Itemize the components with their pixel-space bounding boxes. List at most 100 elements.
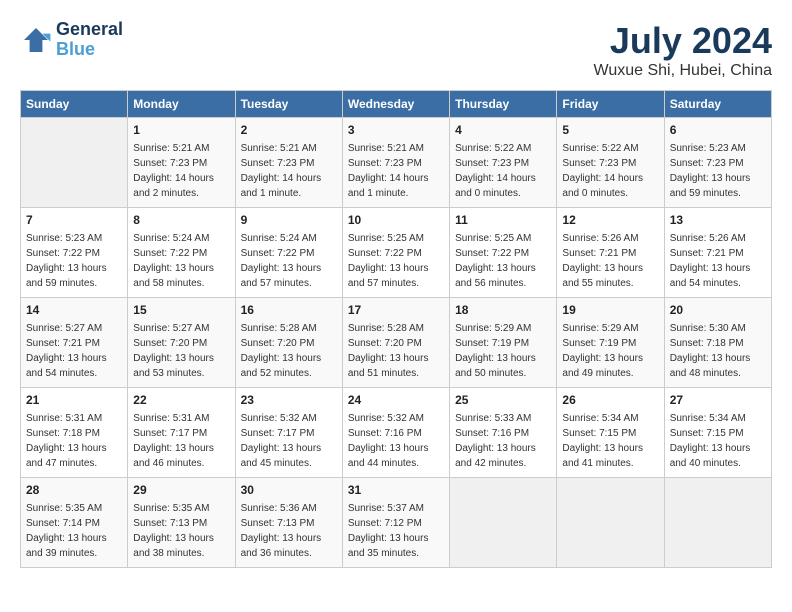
day-number: 7 — [26, 212, 122, 229]
day-info: Sunrise: 5:31 AM Sunset: 7:18 PM Dayligh… — [26, 411, 122, 471]
title-block: July 2024 Wuxue Shi, Hubei, China — [594, 20, 772, 80]
day-number: 1 — [133, 122, 229, 139]
calendar-cell: 22Sunrise: 5:31 AM Sunset: 7:17 PM Dayli… — [128, 388, 235, 478]
day-number: 12 — [562, 212, 658, 229]
calendar-header: SundayMondayTuesdayWednesdayThursdayFrid… — [21, 91, 772, 118]
day-number: 6 — [670, 122, 766, 139]
calendar-cell: 19Sunrise: 5:29 AM Sunset: 7:19 PM Dayli… — [557, 298, 664, 388]
calendar-week-row: 1 Sunrise: 5:21 AM Sunset: 7:23 PM Daylig… — [21, 118, 772, 208]
calendar-cell: 18Sunrise: 5:29 AM Sunset: 7:19 PM Dayli… — [450, 298, 557, 388]
day-info: Sunrise: 5:37 AM Sunset: 7:12 PM Dayligh… — [348, 501, 444, 561]
day-info: Sunrise: 5:24 AM Sunset: 7:22 PM Dayligh… — [241, 231, 337, 291]
header-day: Friday — [557, 91, 664, 118]
day-info: Sunrise: 5:35 AM Sunset: 7:14 PM Dayligh… — [26, 501, 122, 561]
day-number: 26 — [562, 392, 658, 409]
day-number: 14 — [26, 302, 122, 319]
day-number: 13 — [670, 212, 766, 229]
day-info: Sunrise: 5:24 AM Sunset: 7:22 PM Dayligh… — [133, 231, 229, 291]
day-info: Sunrise: 5:21 AM Sunset: 7:23 PM Dayligh… — [241, 141, 337, 201]
calendar-cell: 6 Sunrise: 5:23 AM Sunset: 7:23 PM Daylig… — [664, 118, 771, 208]
day-info: Sunrise: 5:32 AM Sunset: 7:17 PM Dayligh… — [241, 411, 337, 471]
day-number: 24 — [348, 392, 444, 409]
day-info: Sunrise: 5:30 AM Sunset: 7:18 PM Dayligh… — [670, 321, 766, 381]
calendar-cell: 16 Sunrise: 5:28 AM Sunset: 7:20 PM Dayli… — [235, 298, 342, 388]
day-number: 20 — [670, 302, 766, 319]
calendar-cell — [557, 478, 664, 568]
day-info: Sunrise: 5:28 AM Sunset: 7:20 PM Dayligh… — [348, 321, 444, 381]
calendar-cell: 26Sunrise: 5:34 AM Sunset: 7:15 PM Dayli… — [557, 388, 664, 478]
day-info: Sunrise: 5:26 AM Sunset: 7:21 PM Dayligh… — [670, 231, 766, 291]
day-info: Sunrise: 5:35 AM Sunset: 7:13 PM Dayligh… — [133, 501, 229, 561]
day-info: Sunrise: 5:23 AM Sunset: 7:23 PM Dayligh… — [670, 141, 766, 201]
calendar-cell: 7 Sunrise: 5:23 AM Sunset: 7:22 PM Daylig… — [21, 208, 128, 298]
day-number: 25 — [455, 392, 551, 409]
day-number: 27 — [670, 392, 766, 409]
calendar-cell — [450, 478, 557, 568]
calendar-cell: 1 Sunrise: 5:21 AM Sunset: 7:23 PM Daylig… — [128, 118, 235, 208]
logo-line1: General — [56, 20, 123, 40]
calendar-cell: 2 Sunrise: 5:21 AM Sunset: 7:23 PM Daylig… — [235, 118, 342, 208]
day-number: 23 — [241, 392, 337, 409]
calendar-week-row: 28Sunrise: 5:35 AM Sunset: 7:14 PM Dayli… — [21, 478, 772, 568]
day-number: 9 — [241, 212, 337, 229]
calendar-cell: 17 Sunrise: 5:28 AM Sunset: 7:20 PM Dayli… — [342, 298, 449, 388]
calendar-cell: 23 Sunrise: 5:32 AM Sunset: 7:17 PM Dayli… — [235, 388, 342, 478]
header-day: Saturday — [664, 91, 771, 118]
day-info: Sunrise: 5:23 AM Sunset: 7:22 PM Dayligh… — [26, 231, 122, 291]
day-info: Sunrise: 5:33 AM Sunset: 7:16 PM Dayligh… — [455, 411, 551, 471]
calendar-cell: 21 Sunrise: 5:31 AM Sunset: 7:18 PM Dayli… — [21, 388, 128, 478]
calendar-week-row: 7 Sunrise: 5:23 AM Sunset: 7:22 PM Daylig… — [21, 208, 772, 298]
day-number: 21 — [26, 392, 122, 409]
day-info: Sunrise: 5:27 AM Sunset: 7:20 PM Dayligh… — [133, 321, 229, 381]
header-day: Sunday — [21, 91, 128, 118]
calendar-title: July 2024 — [594, 20, 772, 62]
calendar-cell: 27 Sunrise: 5:34 AM Sunset: 7:15 PM Dayli… — [664, 388, 771, 478]
calendar-week-row: 21 Sunrise: 5:31 AM Sunset: 7:18 PM Dayli… — [21, 388, 772, 478]
calendar-cell: 12 Sunrise: 5:26 AM Sunset: 7:21 PM Dayli… — [557, 208, 664, 298]
day-info: Sunrise: 5:22 AM Sunset: 7:23 PM Dayligh… — [455, 141, 551, 201]
calendar-cell: 5Sunrise: 5:22 AM Sunset: 7:23 PM Daylig… — [557, 118, 664, 208]
day-info: Sunrise: 5:26 AM Sunset: 7:21 PM Dayligh… — [562, 231, 658, 291]
calendar-body: 1 Sunrise: 5:21 AM Sunset: 7:23 PM Daylig… — [21, 118, 772, 568]
day-number: 3 — [348, 122, 444, 139]
day-info: Sunrise: 5:29 AM Sunset: 7:19 PM Dayligh… — [562, 321, 658, 381]
day-number: 30 — [241, 482, 337, 499]
calendar-table: SundayMondayTuesdayWednesdayThursdayFrid… — [20, 90, 772, 568]
day-number: 11 — [455, 212, 551, 229]
calendar-cell: 20 Sunrise: 5:30 AM Sunset: 7:18 PM Dayli… — [664, 298, 771, 388]
day-info: Sunrise: 5:29 AM Sunset: 7:19 PM Dayligh… — [455, 321, 551, 381]
day-number: 29 — [133, 482, 229, 499]
calendar-cell: 3Sunrise: 5:21 AM Sunset: 7:23 PM Daylig… — [342, 118, 449, 208]
calendar-week-row: 14Sunrise: 5:27 AM Sunset: 7:21 PM Dayli… — [21, 298, 772, 388]
calendar-cell: 10Sunrise: 5:25 AM Sunset: 7:22 PM Dayli… — [342, 208, 449, 298]
day-number: 22 — [133, 392, 229, 409]
day-info: Sunrise: 5:28 AM Sunset: 7:20 PM Dayligh… — [241, 321, 337, 381]
calendar-cell: 30Sunrise: 5:36 AM Sunset: 7:13 PM Dayli… — [235, 478, 342, 568]
day-info: Sunrise: 5:25 AM Sunset: 7:22 PM Dayligh… — [455, 231, 551, 291]
day-number: 16 — [241, 302, 337, 319]
day-number: 2 — [241, 122, 337, 139]
calendar-cell: 15 Sunrise: 5:27 AM Sunset: 7:20 PM Dayli… — [128, 298, 235, 388]
day-number: 31 — [348, 482, 444, 499]
calendar-cell: 9 Sunrise: 5:24 AM Sunset: 7:22 PM Daylig… — [235, 208, 342, 298]
day-info: Sunrise: 5:22 AM Sunset: 7:23 PM Dayligh… — [562, 141, 658, 201]
calendar-cell — [664, 478, 771, 568]
logo-line2: Blue — [56, 40, 123, 60]
header-day: Monday — [128, 91, 235, 118]
day-info: Sunrise: 5:21 AM Sunset: 7:23 PM Dayligh… — [133, 141, 229, 201]
calendar-cell: 28Sunrise: 5:35 AM Sunset: 7:14 PM Dayli… — [21, 478, 128, 568]
day-info: Sunrise: 5:34 AM Sunset: 7:15 PM Dayligh… — [670, 411, 766, 471]
calendar-cell: 14Sunrise: 5:27 AM Sunset: 7:21 PM Dayli… — [21, 298, 128, 388]
calendar-cell: 24 Sunrise: 5:32 AM Sunset: 7:16 PM Dayli… — [342, 388, 449, 478]
day-number: 15 — [133, 302, 229, 319]
calendar-cell — [21, 118, 128, 208]
day-number: 10 — [348, 212, 444, 229]
day-info: Sunrise: 5:32 AM Sunset: 7:16 PM Dayligh… — [348, 411, 444, 471]
calendar-subtitle: Wuxue Shi, Hubei, China — [594, 62, 772, 80]
calendar-cell: 31 Sunrise: 5:37 AM Sunset: 7:12 PM Dayli… — [342, 478, 449, 568]
header-day: Tuesday — [235, 91, 342, 118]
day-number: 8 — [133, 212, 229, 229]
day-number: 17 — [348, 302, 444, 319]
calendar-cell: 8 Sunrise: 5:24 AM Sunset: 7:22 PM Daylig… — [128, 208, 235, 298]
header-day: Wednesday — [342, 91, 449, 118]
